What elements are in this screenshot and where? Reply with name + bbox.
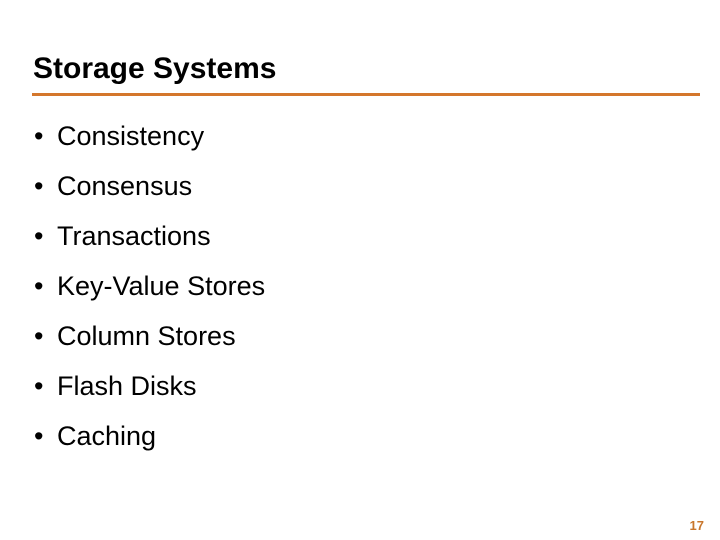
list-item: • Key-Value Stores [28, 268, 698, 318]
list-item-label: Flash Disks [57, 371, 197, 401]
bullet-point-icon: • [34, 271, 44, 301]
list-item: • Consensus [28, 168, 698, 218]
list-item: • Transactions [28, 218, 698, 268]
bullet-list: • Consistency • Consensus • Transactions… [28, 118, 698, 468]
bullet-point-icon: • [34, 421, 44, 451]
presentation-slide: Storage Systems • Consistency • Consensu… [0, 0, 720, 540]
list-item-label: Caching [57, 421, 157, 451]
list-item: • Column Stores [28, 318, 698, 368]
list-item: • Consistency [28, 118, 698, 168]
bullet-point-icon: • [34, 121, 44, 151]
page-number: 17 [689, 518, 704, 533]
bullet-point-icon: • [34, 321, 44, 351]
list-item-label: Consistency [57, 121, 205, 151]
bullet-point-icon: • [34, 171, 44, 201]
list-item-label: Key-Value Stores [57, 271, 266, 301]
list-item-label: Transactions [57, 221, 211, 251]
page-title: Storage Systems [33, 52, 277, 85]
list-item-label: Consensus [57, 171, 193, 201]
list-item: • Caching [28, 418, 698, 468]
bullet-point-icon: • [34, 371, 44, 401]
list-item-label: Column Stores [57, 321, 236, 351]
title-divider-rule [32, 93, 700, 96]
list-item: • Flash Disks [28, 368, 698, 418]
bullet-point-icon: • [34, 221, 44, 251]
